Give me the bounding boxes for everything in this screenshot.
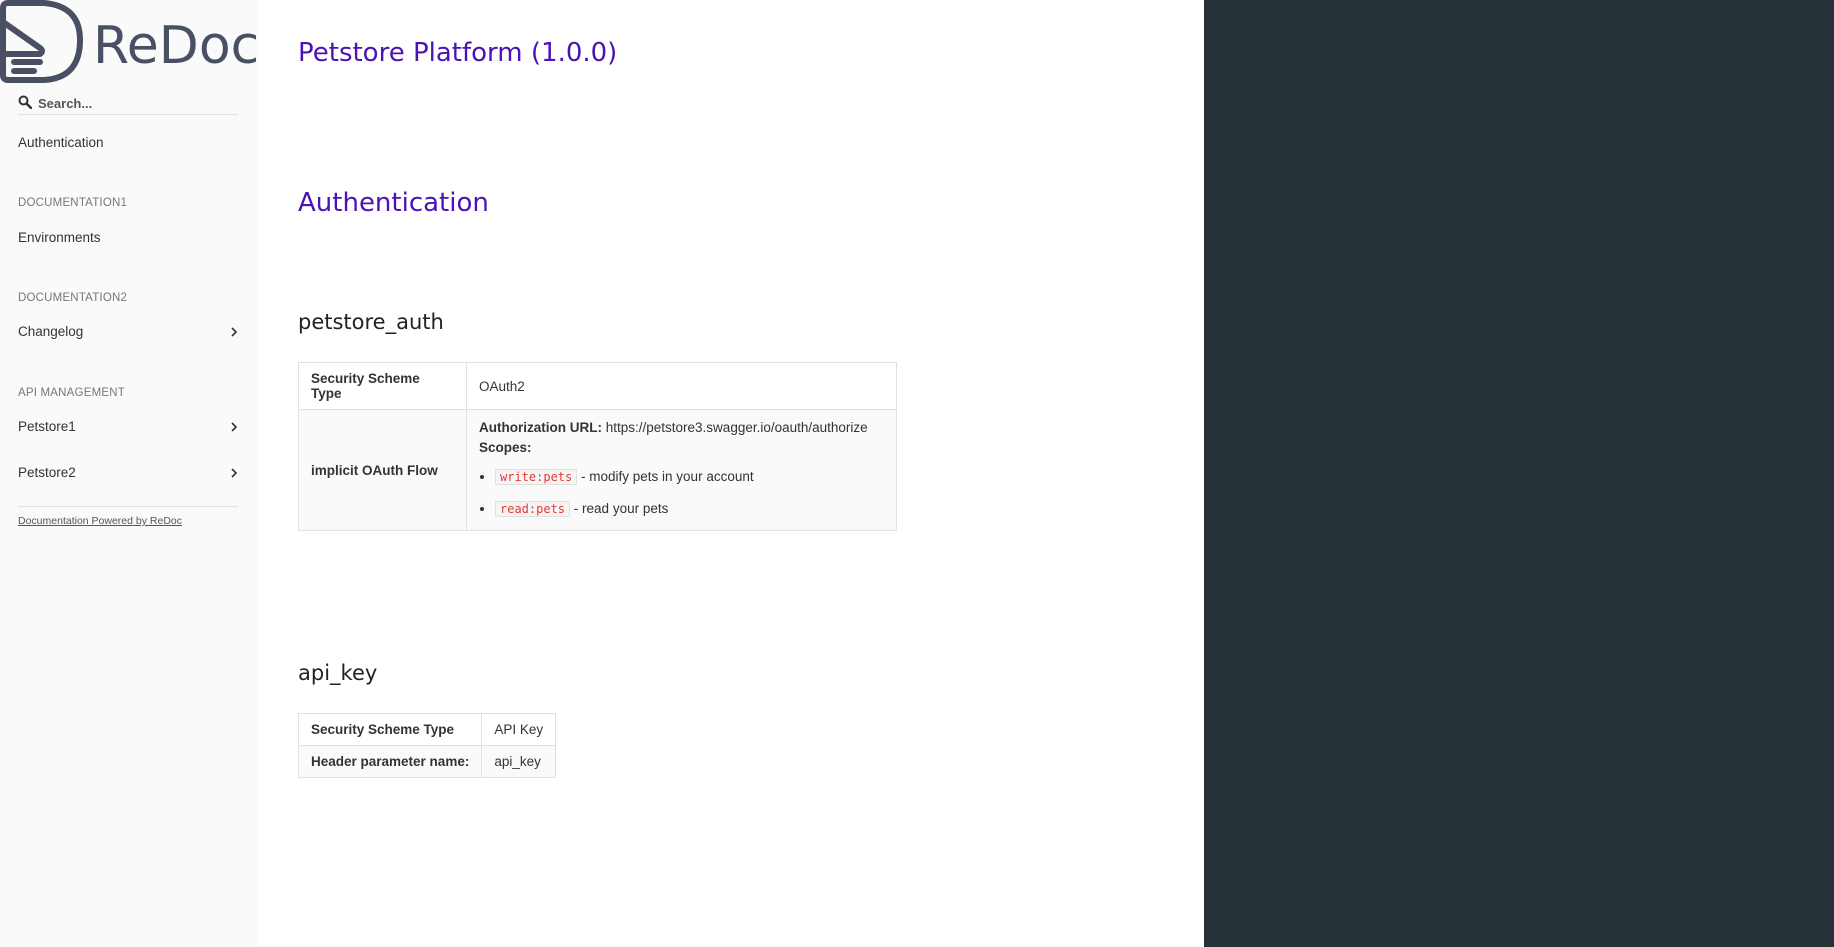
sidebar: ReDoc Authentication DOCUMENTATION1 Envi… — [0, 0, 259, 947]
logo-text: ReDoc — [93, 16, 258, 76]
sidebar-item-label: Authentication — [18, 135, 104, 150]
sidebar-divider — [18, 506, 238, 507]
chevron-right-icon — [231, 327, 238, 337]
scopes-list: write:pets - modify pets in your account… — [479, 468, 884, 518]
scope-description: - modify pets in your account — [581, 469, 754, 484]
search-box — [18, 93, 238, 115]
search-input[interactable] — [38, 93, 236, 113]
right-panel — [1204, 0, 1834, 947]
chevron-right-icon — [231, 468, 238, 478]
authorization-url-label: Authorization URL: — [479, 420, 602, 435]
oauth-flow-details: Authorization URL: https://petstore3.swa… — [466, 409, 897, 531]
scheme-name-api-key: api_key — [298, 661, 378, 685]
scopes-label: Scopes: — [479, 440, 532, 455]
scheme-type-label: Security Scheme Type — [297, 713, 483, 746]
main-content: Petstore Platform (1.0.0) Authentication… — [258, 0, 1204, 947]
sidebar-item-authentication[interactable]: Authentication — [18, 132, 240, 154]
powered-by-link[interactable]: Documentation Powered by ReDoc — [18, 515, 182, 527]
sidebar-section-documentation1: DOCUMENTATION1 — [18, 197, 128, 209]
sidebar-item-label: Petstore2 — [18, 465, 76, 480]
oauth-flow-label: implicit OAuth Flow — [298, 409, 467, 531]
scheme-type-value: OAuth2 — [466, 362, 897, 410]
scope-name: read:pets — [495, 501, 571, 517]
sidebar-item-environments[interactable]: Environments — [18, 227, 240, 249]
sidebar-item-changelog[interactable]: Changelog — [18, 321, 240, 343]
sidebar-item-label: Petstore1 — [18, 419, 76, 434]
api-title: Petstore Platform (1.0.0) — [298, 38, 618, 68]
search-icon — [18, 95, 32, 109]
authentication-heading: Authentication — [298, 188, 489, 218]
sidebar-item-petstore2[interactable]: Petstore2 — [18, 462, 240, 484]
header-parameter-label: Header parameter name: — [297, 745, 483, 778]
security-scheme-table-petstore-auth: Security Scheme Type OAuth2 implicit OAu… — [298, 362, 897, 531]
sidebar-section-api-management: API MANAGEMENT — [18, 387, 125, 399]
scope-name: write:pets — [495, 469, 578, 485]
scheme-type-label: Security Scheme Type — [298, 362, 467, 410]
header-parameter-value: api_key — [481, 745, 557, 778]
scheme-type-value: API Key — [481, 713, 557, 746]
sidebar-section-documentation2: DOCUMENTATION2 — [18, 292, 128, 304]
sidebar-item-label: Environments — [18, 230, 101, 245]
scope-item: read:pets - read your pets — [495, 500, 884, 518]
authorization-url: https://petstore3.swagger.io/oauth/autho… — [605, 420, 868, 435]
sidebar-item-petstore1[interactable]: Petstore1 — [18, 416, 240, 438]
scope-description: - read your pets — [573, 501, 669, 516]
chevron-right-icon — [231, 422, 238, 432]
scope-item: write:pets - modify pets in your account — [495, 468, 884, 486]
redoc-logo[interactable]: ReDoc — [0, 0, 259, 84]
sidebar-item-label: Changelog — [18, 324, 84, 339]
security-scheme-table-api-key: Security Scheme Type API Key Header para… — [297, 713, 557, 778]
scheme-name-petstore-auth: petstore_auth — [298, 310, 444, 334]
